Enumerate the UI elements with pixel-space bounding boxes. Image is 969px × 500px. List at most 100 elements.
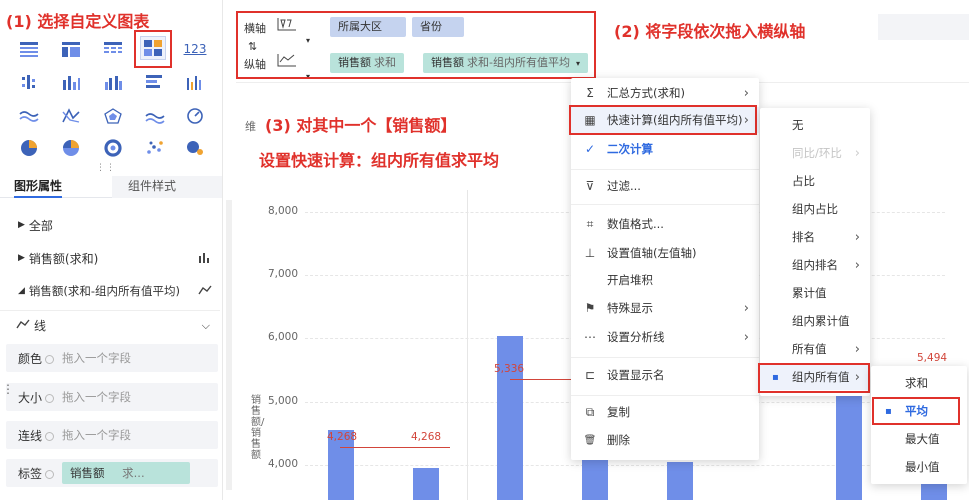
area-chart-icon[interactable] [142, 104, 168, 128]
annotation-step3-line1: (3) 对其中一个【销售额】 [265, 116, 457, 135]
line-shape-icon [16, 318, 30, 333]
flag-icon: ⚑ [584, 301, 596, 315]
custom-chart-highlight [134, 30, 172, 68]
kpi-number-icon[interactable]: 123 [182, 37, 208, 61]
radar-chart-icon[interactable] [100, 104, 126, 128]
chevron-down-icon: ⌵ [201, 318, 210, 332]
menu-item-delete[interactable]: 🗑 删除 [571, 427, 759, 453]
prop-avg-sales-row[interactable]: ◢ 销售额(求和-组内所有值平均) [0, 276, 220, 306]
menu-divider [571, 204, 759, 205]
detail-table-icon[interactable] [100, 37, 126, 61]
tab-component-style[interactable]: 组件样式 [112, 176, 222, 198]
menu-item-display-name[interactable]: ⊏ 设置显示名 [571, 362, 759, 388]
y-tick-5000: 5,000 [267, 395, 298, 407]
menu-item-label: 过滤... [607, 179, 641, 193]
scatter-bar-icon[interactable] [16, 70, 42, 94]
line-type-select[interactable]: 线 ⌵ [0, 310, 220, 340]
rose-chart-icon[interactable] [58, 136, 84, 160]
menu-item-secondary-calc[interactable]: ✓ 二次计算 [571, 136, 759, 162]
avg-line [340, 447, 450, 448]
label-field-drop[interactable]: 标签 销售额 求... [6, 459, 218, 487]
chevron-right-icon: › [854, 229, 860, 245]
chart-title-partial: 维 [245, 120, 256, 133]
menu-item-analysis-line[interactable]: ⋯ 设置分析线 › [571, 324, 759, 350]
rename-icon: ⊏ [584, 368, 596, 382]
submenu-item-ratio[interactable]: 占比 [760, 168, 870, 194]
line-type-label: 线 [34, 319, 47, 333]
caret-right-icon: ▶ [18, 220, 25, 230]
settings-icon[interactable] [45, 469, 55, 479]
field-context-menu: Σ 汇总方式(求和) › ▦ 快速计算(组内所有值平均) › ✓ 二次计算 ⊽ 过滤... … [571, 78, 759, 460]
grouped-column-icon[interactable] [100, 70, 126, 94]
agg-item-sum[interactable]: 求和 [871, 370, 967, 396]
annotation-step1: (1) 选择自定义图表 [6, 12, 150, 31]
menu-divider [571, 357, 759, 358]
submenu-item-group-rank[interactable]: 组内排名 › [760, 252, 870, 278]
annotation-step3-line2: 设置快速计算：组内所有值求平均 [259, 151, 500, 170]
agg-item-min[interactable]: 最小值 [871, 454, 967, 480]
settings-icon[interactable] [45, 393, 55, 403]
bubble-chart-icon[interactable] [182, 136, 208, 160]
submenu-item-cumulative[interactable]: 累计值 [760, 280, 870, 306]
submenu-item-group-cumulative[interactable]: 组内累计值 [760, 308, 870, 334]
menu-item-number-format[interactable]: ⌗ 数值格式... [571, 211, 759, 237]
prop-all-row[interactable]: ▶ 全部 [0, 210, 220, 240]
submenu-item-all-values[interactable]: 所有值 › [760, 336, 870, 362]
menu-item-value-axis[interactable]: ⊥ 设置值轴(左值轴) [571, 240, 759, 266]
toolbar-placeholder [878, 14, 969, 40]
menu-item-filter[interactable]: ⊽ 过滤... [571, 173, 759, 199]
annotation-step2: (2) 将字段依次拖入横纵轴 [614, 22, 806, 41]
menu-item-copy[interactable]: ⧉ 复制 [571, 399, 759, 425]
settings-icon[interactable] [45, 431, 55, 441]
bar[interactable] [497, 336, 523, 500]
submenu-item-label: 同比/环比 [792, 146, 842, 160]
splitter-dots[interactable]: ⋮ [2, 382, 14, 396]
menu-item-label: 复制 [607, 405, 630, 419]
prop-all-label: 全部 [28, 218, 53, 233]
settings-icon[interactable] [45, 354, 55, 364]
left-scrollbar[interactable] [226, 200, 232, 490]
submenu-item-label: 组内排名 [792, 258, 838, 272]
radar-line-icon[interactable] [58, 104, 84, 128]
tab-graph-properties[interactable]: 图形属性 [14, 176, 63, 198]
connect-field-drop[interactable]: 连线 拖入一个字段 [6, 421, 218, 449]
menu-item-label: 设置显示名 [607, 368, 665, 382]
prop-sum-sales-row[interactable]: ▶ 销售额(求和) [0, 243, 220, 273]
line-chart-icon[interactable] [16, 104, 42, 128]
menu-divider [571, 395, 759, 396]
y-tick-6000: 6,000 [267, 331, 298, 343]
pie-chart-icon[interactable] [16, 136, 42, 160]
bar[interactable] [836, 380, 862, 500]
chevron-right-icon: › [854, 341, 860, 357]
donut-chart-icon[interactable] [100, 136, 126, 160]
bar[interactable] [667, 462, 693, 500]
menu-item-label: 开启堆积 [607, 273, 653, 287]
left-panel: (1) 选择自定义图表 123 ⋮⋮ 图形属性 组件样式 ▶ 全部 ▶ 销售额(… [0, 0, 226, 500]
label-field-pill[interactable]: 销售额 求... [62, 462, 190, 484]
size-field-drop[interactable]: 大小 拖入一个字段 [6, 383, 218, 411]
submenu-item-rank[interactable]: 排名 › [760, 224, 870, 250]
gauge-chart-icon[interactable] [182, 104, 208, 128]
table-chart-icon[interactable] [16, 37, 42, 61]
connect-field-label: 连线 [18, 428, 43, 443]
menu-item-aggregation[interactable]: Σ 汇总方式(求和) › [571, 80, 759, 106]
copy-icon: ⧉ [585, 404, 595, 419]
menu-item-special-display[interactable]: ⚑ 特殊显示 › [571, 295, 759, 321]
submenu-item-group-ratio[interactable]: 组内占比 [760, 196, 870, 222]
bar[interactable] [921, 484, 947, 500]
property-tabs: 图形属性 组件样式 [0, 176, 222, 198]
color-field-drop[interactable]: 颜色 拖入一个字段 [6, 344, 218, 372]
multi-column-icon[interactable] [182, 70, 208, 94]
scatter-chart-icon[interactable] [142, 136, 168, 160]
drag-handle-dots[interactable]: ⋮⋮ [96, 163, 116, 173]
bar-chart-icon[interactable] [142, 70, 168, 94]
prop-avg-sales-label: 销售额(求和-组内所有值平均) [28, 284, 181, 298]
agg-item-max[interactable]: 最大值 [871, 426, 967, 452]
menu-item-stack[interactable]: 开启堆积 [571, 267, 759, 293]
axis-icon: ⊥ [584, 246, 596, 260]
submenu-item-none[interactable]: 无 [760, 112, 870, 138]
column-chart-icon[interactable] [58, 70, 84, 94]
cross-table-icon[interactable] [58, 37, 84, 61]
value-label: 5,336 [494, 363, 525, 375]
bar[interactable] [413, 468, 439, 500]
